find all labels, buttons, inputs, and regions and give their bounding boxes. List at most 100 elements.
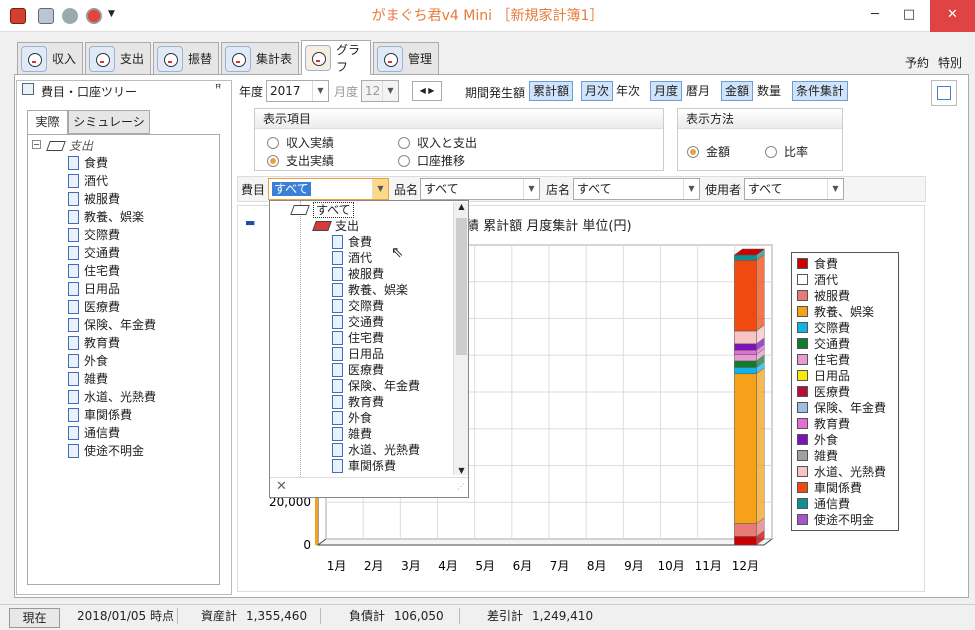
user-select[interactable]: すべて ▼ (744, 178, 844, 200)
radio-income-expense[interactable]: 収入と支出 (398, 134, 477, 151)
minimize-button[interactable]: ─ (860, 0, 890, 32)
dropdown-item[interactable]: 住宅費 (332, 330, 384, 346)
chevron-down-icon[interactable]: ▼ (108, 9, 115, 19)
tree-item[interactable]: 交際費 (68, 227, 120, 243)
tab-admin[interactable]: 管理 (373, 42, 439, 74)
dropdown-item[interactable]: 酒代 (332, 250, 372, 266)
document-icon (332, 443, 343, 457)
now-button[interactable]: 現在 (9, 608, 60, 628)
bar-segment (734, 254, 757, 261)
tab-actual[interactable]: 実際 (27, 110, 68, 135)
year-select[interactable]: 2017 ▼ (266, 80, 329, 102)
tree-item[interactable]: 教育費 (68, 335, 120, 351)
dropdown-item[interactable]: 教養、娯楽 (332, 282, 408, 298)
y-tick-label: 0 (303, 538, 311, 552)
tree-item[interactable]: 食費 (68, 155, 108, 171)
tree-item-label: 車関係費 (84, 408, 133, 422)
category-dropdown[interactable]: すべて 支出 食費 酒代 被服費 教養、娯楽 交際費 交通費 住宅費 日用品 医療費 保険、年金費… (269, 200, 469, 498)
tab-simulation[interactable]: シミュレーション (68, 110, 150, 151)
fiscal-month-button[interactable]: 月度 (650, 81, 683, 101)
dropdown-item[interactable]: 教育費 (332, 394, 384, 410)
dropdown-item[interactable]: 雑費 (332, 426, 372, 442)
dropdown-item[interactable]: 医療費 (332, 362, 384, 378)
pin-icon[interactable]: ꟸ (215, 82, 221, 95)
store-select[interactable]: すべて ▼ (573, 178, 700, 200)
tree-item[interactable]: 住宅費 (68, 263, 120, 279)
record-icon[interactable] (86, 8, 102, 24)
chart-legend: 食費 酒代 被服費 教養、娯楽 交際費 交通費 住宅費 日用品 医療費 保険、年金費 教育費 外食 雑費… (791, 252, 899, 531)
category-select[interactable]: すべて ▼ (268, 178, 389, 200)
tree-item[interactable]: 保険、年金費 (68, 317, 156, 333)
radio-ratio[interactable]: 比率 (765, 143, 808, 160)
tab-summary-table[interactable]: 集計表 (221, 42, 299, 74)
tree-item[interactable]: 車関係費 (68, 407, 132, 423)
tab-transfer[interactable]: 振替 (153, 42, 219, 74)
legend-item: 外食 (797, 432, 838, 448)
separator (320, 608, 321, 624)
scrollbar[interactable]: ▲ ▼ (453, 202, 468, 475)
month-select[interactable]: 12 ▼ (361, 80, 399, 102)
dropdown-item[interactable]: 交通費 (332, 314, 384, 330)
close-button[interactable]: ✕ (930, 0, 975, 32)
prev-next-stepper[interactable]: ◀ ▶ (412, 81, 442, 101)
dropdown-item[interactable]: 被服費 (332, 266, 384, 282)
radio-income-actual[interactable]: 収入実績 (267, 134, 334, 151)
yearly-button[interactable]: 年次 (612, 81, 644, 101)
radio-account-trend[interactable]: 口座推移 (398, 152, 465, 169)
cumulative-button[interactable]: 累計額 (529, 81, 574, 101)
amount-button[interactable]: 金額 (721, 81, 754, 101)
tree-item[interactable]: 通信費 (68, 425, 120, 441)
legend-item: 住宅費 (797, 352, 850, 368)
tab-income[interactable]: 収入 (17, 42, 83, 74)
maximize-button[interactable]: □ (893, 0, 925, 32)
tab-expense[interactable]: 支出 (85, 42, 151, 74)
dropdown-item[interactable]: 車関係費 (332, 458, 396, 474)
gear-icon[interactable] (62, 8, 78, 24)
quantity-button[interactable]: 数量 (753, 81, 785, 101)
side-panel-button[interactable] (931, 80, 957, 106)
dropdown-item-root[interactable]: 支出 (312, 218, 359, 234)
dropdown-item[interactable]: 外食 (332, 410, 372, 426)
tree-item[interactable]: 教養、娯楽 (68, 209, 144, 225)
dropdown-item[interactable]: 日用品 (332, 346, 384, 362)
calendar-month-button[interactable]: 暦月 (682, 81, 714, 101)
resize-grip-icon[interactable]: ⋰ (457, 482, 465, 491)
dropdown-item-label: 医療費 (348, 363, 385, 377)
scroll-thumb[interactable] (456, 218, 467, 355)
radio-label: 支出実績 (286, 154, 335, 168)
tree-item[interactable]: 水道、光熱費 (68, 389, 156, 405)
product-select[interactable]: すべて ▼ (420, 178, 540, 200)
collapse-icon[interactable]: − (32, 140, 41, 149)
reserve-link[interactable]: 予約 (905, 54, 929, 71)
print-icon[interactable] (38, 8, 54, 24)
tree-item[interactable]: 酒代 (68, 173, 108, 189)
list-icon (937, 86, 951, 100)
scroll-down-icon[interactable]: ▼ (454, 466, 469, 475)
tree-item[interactable]: 使途不明金 (68, 443, 144, 459)
tree-item[interactable]: 外食 (68, 353, 108, 369)
monthly-button[interactable]: 月次 (581, 81, 614, 101)
tree-root[interactable]: 支出 (46, 137, 93, 154)
legend-swatch (797, 498, 808, 509)
special-link[interactable]: 特別 (938, 54, 962, 71)
dropdown-item[interactable]: 保険、年金費 (332, 378, 420, 394)
tree-item[interactable]: 日用品 (68, 281, 120, 297)
tree-item[interactable]: 医療費 (68, 299, 120, 315)
legend-swatch (797, 370, 808, 381)
clear-icon[interactable]: ✕ (276, 479, 287, 494)
radio-amount[interactable]: 金額 (687, 143, 730, 160)
dropdown-item-all[interactable]: すべて (290, 202, 354, 218)
dropdown-item[interactable]: 交際費 (332, 298, 384, 314)
tab-graph[interactable]: グラフ (301, 40, 371, 75)
tree-item[interactable]: 交通費 (68, 245, 120, 261)
dropdown-item[interactable]: 水道、光熱費 (332, 442, 420, 458)
document-icon (332, 267, 343, 281)
document-icon (68, 192, 79, 206)
scroll-up-icon[interactable]: ▲ (454, 202, 469, 211)
dropdown-item[interactable]: 食費 (332, 234, 372, 250)
app-icon[interactable] (10, 8, 26, 24)
condition-button[interactable]: 条件集計 (792, 81, 849, 101)
radio-expense-actual[interactable]: 支出実績 (267, 152, 334, 169)
tree-item[interactable]: 雑費 (68, 371, 108, 387)
tree-item[interactable]: 被服費 (68, 191, 120, 207)
